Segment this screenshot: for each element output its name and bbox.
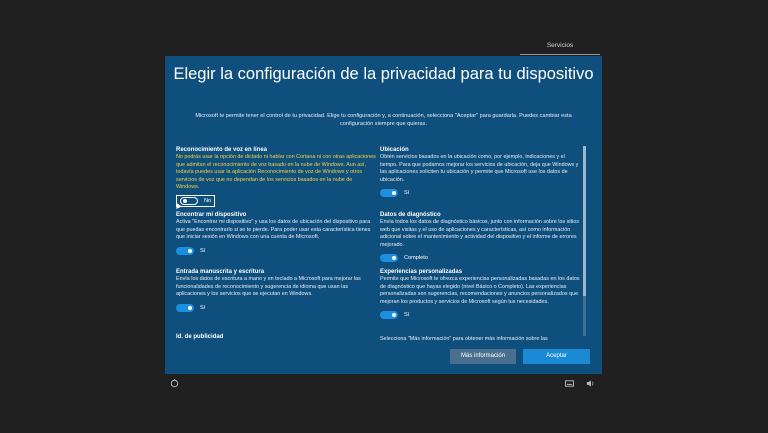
toggle-switch[interactable] bbox=[380, 254, 398, 263]
handwriting-toggle[interactable]: Sí bbox=[176, 303, 376, 313]
section-handwriting: Entrada manuscrita y escritura Envía los… bbox=[176, 268, 376, 313]
section-advertising-id: Id. de publicidad bbox=[176, 333, 376, 341]
toggle-switch[interactable] bbox=[176, 303, 194, 312]
section-description: Activa "Encontrar mi dispositivo" y usa … bbox=[176, 219, 371, 241]
diagnostics-toggle[interactable]: Completo bbox=[380, 253, 580, 263]
section-title: Id. de publicidad bbox=[176, 334, 224, 340]
tab-servicios[interactable]: Servicios bbox=[520, 38, 600, 55]
toggle-label: Completo bbox=[404, 255, 428, 262]
section-more-info-note: Selecciona "Más información" para obtene… bbox=[380, 336, 580, 344]
toggle-label: Sí bbox=[404, 312, 410, 319]
section-location: Ubicación Obtén servicios basados en la … bbox=[380, 146, 580, 198]
more-info-button[interactable]: Más información bbox=[450, 349, 516, 364]
dialog-title: Elegir la configuración de la privacidad… bbox=[173, 65, 594, 83]
section-title: Ubicación bbox=[380, 147, 409, 153]
section-description: Obtén servicios basados en la ubicación … bbox=[380, 154, 579, 183]
accept-button[interactable]: Aceptar bbox=[523, 349, 590, 364]
toggle-label: Sí bbox=[404, 190, 410, 197]
toggle-label: Sí bbox=[200, 304, 206, 311]
find-device-toggle[interactable]: Sí bbox=[176, 246, 376, 256]
section-title: Entrada manuscrita y escritura bbox=[176, 269, 265, 275]
toggle-label: Sí bbox=[200, 247, 206, 254]
toggle-switch[interactable] bbox=[176, 246, 194, 255]
section-title: Experiencias personalizadas bbox=[380, 269, 463, 275]
section-voice-recognition: Reconocimiento de voz en línea No podrás… bbox=[176, 146, 376, 210]
section-description: Permite que Microsoft te ofrezca experie… bbox=[380, 276, 580, 305]
toggle-switch[interactable] bbox=[380, 311, 398, 320]
section-diagnostics: Datos de diagnóstico Envía todos los dat… bbox=[380, 211, 580, 263]
section-description: Selecciona "Más información" para obtene… bbox=[380, 336, 548, 342]
section-description: Envía los datos de escritura a mano y en… bbox=[176, 276, 361, 298]
section-description: Envía todos los datos de diagnóstico bás… bbox=[380, 219, 579, 248]
personalized-toggle[interactable]: Sí bbox=[380, 310, 580, 320]
voice-recognition-toggle[interactable]: No bbox=[176, 194, 376, 210]
section-warning: No podrás usar la opción de dictado ni h… bbox=[176, 154, 376, 191]
section-personalized-experiences: Experiencias personalizadas Permite que … bbox=[380, 268, 580, 320]
accessibility-icon[interactable] bbox=[170, 379, 179, 390]
section-find-my-device: Encontrar mi dispositivo Activa "Encontr… bbox=[176, 211, 376, 256]
toggle-switch[interactable] bbox=[180, 196, 198, 205]
toggle-label: No bbox=[204, 197, 212, 204]
section-title: Encontrar mi dispositivo bbox=[176, 212, 247, 218]
toggle-switch[interactable] bbox=[380, 189, 398, 198]
privacy-dialog: Elegir la configuración de la privacidad… bbox=[165, 56, 602, 374]
scrollbar-thumb[interactable] bbox=[583, 146, 586, 296]
settings-content: Reconocimiento de voz en línea No podrás… bbox=[176, 146, 590, 344]
toggle-focus-box[interactable]: No bbox=[176, 194, 216, 210]
section-title: Datos de diagnóstico bbox=[380, 212, 441, 218]
content-scrollbar[interactable] bbox=[583, 146, 586, 336]
section-title: Reconocimiento de voz en línea bbox=[176, 147, 268, 153]
volume-icon[interactable] bbox=[586, 379, 595, 390]
dialog-subtitle: Microsoft te permite tener el control de… bbox=[195, 113, 572, 127]
location-toggle[interactable]: Sí bbox=[380, 188, 580, 198]
keyboard-icon[interactable] bbox=[565, 380, 574, 389]
